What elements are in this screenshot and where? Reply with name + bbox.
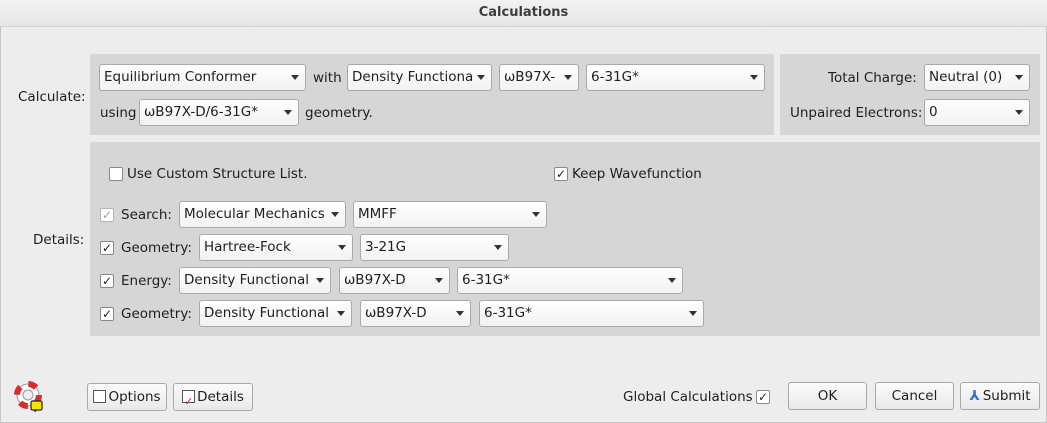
lifebuoy-icon[interactable] [13,381,45,413]
search-label: Search: [121,207,172,223]
submit-button[interactable]: ⅄ Submit [960,382,1040,410]
basis-set-value: 6-31G* [591,69,639,85]
chevron-down-icon [477,75,485,80]
chevron-down-icon [564,75,572,80]
chevron-down-icon [284,110,292,115]
energy-label: Energy: [121,273,172,289]
global-calculations-label: Global Calculations [623,389,753,405]
geometry-dft-basis-value: 6-31G* [484,305,532,321]
calculation-type-select[interactable]: Equilibrium Conformer [99,64,306,91]
geometry-dft-label: Geometry: [121,306,192,322]
submit-button-label: Submit [982,388,1031,404]
search-checkbox: ✓ [100,208,114,222]
chevron-down-icon [1015,75,1023,80]
unpaired-electrons-label: Unpaired Electrons: [790,105,923,121]
total-charge-select[interactable]: Neutral (0) [924,64,1030,91]
options-button[interactable]: Options [87,383,167,411]
geometry-hf-method-select[interactable]: Hartree-Fock [199,234,353,261]
geometry-dft-functional-select[interactable]: ωB97X-D [360,300,471,327]
geometry-dft-method-select[interactable]: Density Functional [199,300,352,327]
keep-wavefunction-checkbox[interactable]: ✓ [554,167,568,181]
geometry-source-select[interactable]: ωB97X-D/6-31G* [139,99,299,126]
energy-method-select[interactable]: Density Functional [179,267,331,294]
chevron-down-icon [291,75,299,80]
geometry-hf-basis-value: 3-21G [365,239,407,255]
energy-method-value: Density Functional [184,272,310,288]
geometry-hf-label: Geometry: [121,240,192,256]
geometry-dft-checkbox[interactable]: ✓ [100,307,114,321]
submit-icon: ⅄ [969,388,980,404]
basis-set-select[interactable]: 6-31G* [586,64,765,91]
search-method-value: Molecular Mechanics [184,206,325,222]
global-calculations-checkbox[interactable]: ✓ [756,390,770,404]
search-basis-select[interactable]: MMFF [353,201,547,228]
chevron-down-icon [1015,110,1023,115]
options-button-label: Options [108,389,161,405]
chevron-down-icon [456,311,464,316]
chevron-down-icon [435,278,443,283]
unpaired-electrons-select[interactable]: 0 [924,99,1030,126]
chevron-down-icon [689,311,697,316]
energy-basis-value: 6-31G* [462,272,510,288]
window-title: Calculations [478,5,569,20]
energy-functional-select[interactable]: ωB97X-D [339,267,450,294]
chevron-down-icon [331,212,339,217]
search-method-select[interactable]: Molecular Mechanics [179,201,346,228]
functional-select[interactable]: ωB97X- [499,64,579,91]
details-button[interactable]: ✓ Details [173,383,253,411]
ok-button[interactable]: OK [788,382,867,410]
energy-functional-value: ωB97X-D [344,272,406,288]
method-select[interactable]: Density Functiona [347,64,492,91]
details-button-label: Details [197,389,244,405]
custom-structure-label: Use Custom Structure List. [127,166,308,182]
geometry-dft-basis-select[interactable]: 6-31G* [479,300,704,327]
geometry-hf-method-value: Hartree-Fock [204,239,291,255]
chevron-down-icon [494,245,502,250]
calculation-type-value: Equilibrium Conformer [104,69,257,85]
options-checkbox-icon [93,390,107,403]
search-basis-value: MMFF [358,206,397,222]
calculate-label: Calculate: [18,89,86,105]
custom-structure-checkbox[interactable] [109,167,123,181]
chevron-down-icon [750,75,758,80]
geometry-dft-functional-value: ωB97X-D [365,305,427,321]
geometry-hf-checkbox[interactable]: ✓ [100,241,114,255]
geometry-source-value: ωB97X-D/6-31G* [144,104,258,120]
cancel-button[interactable]: Cancel [875,382,954,410]
chevron-down-icon [338,245,346,250]
functional-value: ωB97X- [504,69,556,85]
geometry-hf-basis-select[interactable]: 3-21G [360,234,509,261]
method-value: Density Functiona [352,69,474,85]
with-label: with [313,70,342,86]
ok-button-label: OK [817,388,838,404]
keep-wavefunction-label: Keep Wavefunction [572,166,702,182]
energy-checkbox[interactable]: ✓ [100,274,114,288]
chevron-down-icon [316,278,324,283]
cancel-button-label: Cancel [891,388,938,404]
details-label: Details: [33,232,85,248]
chevron-down-icon [532,212,540,217]
geometry-dft-method-value: Density Functional [204,305,330,321]
chevron-down-icon [668,278,676,283]
energy-basis-select[interactable]: 6-31G* [457,267,683,294]
geometry-suffix-label: geometry. [305,105,373,121]
details-check-icon: ✓ [182,390,196,408]
total-charge-label: Total Charge: [828,70,917,86]
chevron-down-icon [337,311,345,316]
unpaired-electrons-value: 0 [929,104,938,120]
total-charge-value: Neutral (0) [929,69,1003,85]
using-label: using [100,105,137,121]
